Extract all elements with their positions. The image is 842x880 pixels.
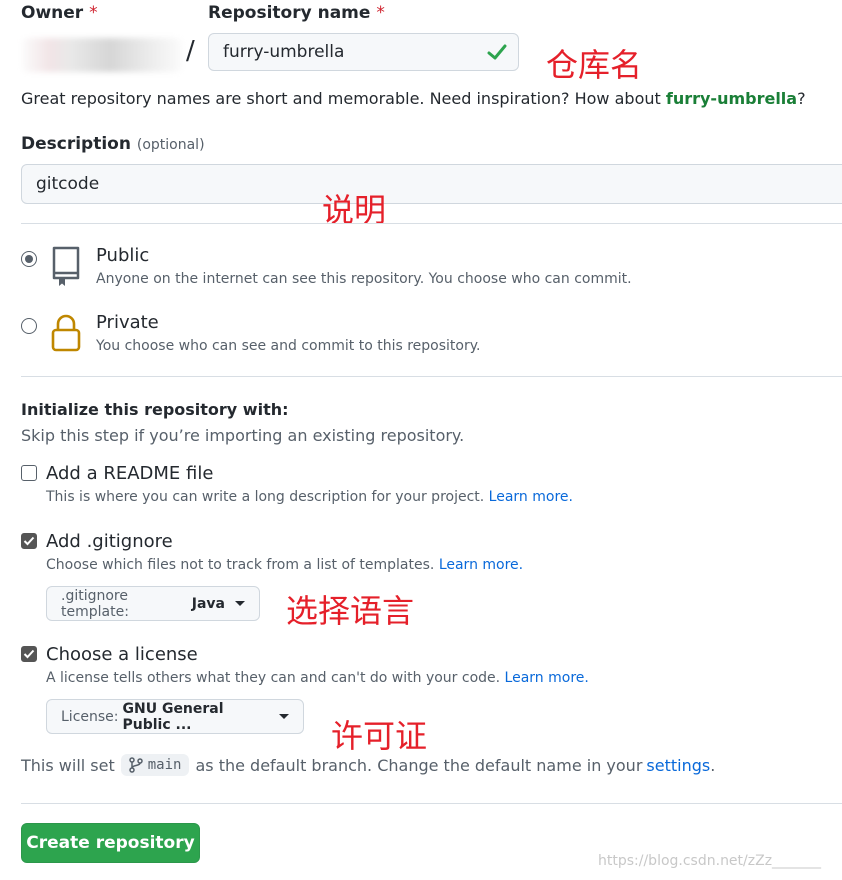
public-radio[interactable] <box>21 251 37 267</box>
readme-learn-more-link[interactable]: Learn more. <box>489 489 573 505</box>
branch-chip: main <box>120 754 190 776</box>
divider <box>21 803 842 804</box>
readme-checkbox[interactable] <box>21 465 37 481</box>
owner-label: Owner * <box>21 3 98 23</box>
private-desc: You choose who can see and commit to thi… <box>96 338 481 354</box>
owner-select-blurred[interactable] <box>22 38 182 72</box>
annotation-description: 说明 <box>322 191 387 229</box>
create-repository-button[interactable]: Create repository <box>21 823 200 863</box>
caret-down-icon <box>279 714 289 719</box>
license-learn-more-link[interactable]: Learn more. <box>505 670 589 686</box>
watermark: https://blog.csdn.net/zZz_______ <box>598 853 822 869</box>
license-checkbox[interactable] <box>21 646 37 662</box>
annotation-license: 许可证 <box>331 717 428 755</box>
checkmark-icon <box>23 649 35 659</box>
checkmark-icon <box>23 536 35 546</box>
readme-desc: This is where you can write a long descr… <box>46 489 573 505</box>
repo-name-hint: Great repository names are short and mem… <box>21 89 806 108</box>
lock-icon <box>50 313 82 357</box>
license-desc: A license tells others what they can and… <box>46 670 589 686</box>
private-title: Private <box>96 312 159 333</box>
init-title: Initialize this repository with: <box>21 400 289 419</box>
default-branch-note: This will set main as the default branch… <box>21 754 716 776</box>
repo-name-label: Repository name * <box>208 3 385 23</box>
gitignore-template-select[interactable]: .gitignore template: Java <box>46 586 260 621</box>
owner-repo-separator: / <box>186 36 195 66</box>
caret-down-icon <box>235 601 245 606</box>
divider <box>21 223 842 224</box>
license-title: Choose a license <box>46 644 198 665</box>
divider <box>21 376 842 377</box>
private-radio[interactable] <box>21 318 37 334</box>
suggestion-link[interactable]: furry-umbrella <box>666 89 797 108</box>
init-subtitle: Skip this step if you’re importing an ex… <box>21 426 465 445</box>
annotation-gitignore: 选择语言 <box>286 592 415 630</box>
description-value: gitcode <box>36 174 100 194</box>
readme-title: Add a README file <box>46 463 214 484</box>
check-icon <box>486 42 508 67</box>
gitignore-checkbox[interactable] <box>21 533 37 549</box>
description-label: Description (optional) <box>21 134 205 154</box>
license-select[interactable]: License: GNU General Public ... <box>46 699 304 734</box>
repo-name-value: furry-umbrella <box>223 42 345 62</box>
gitignore-desc: Choose which files not to track from a l… <box>46 557 524 573</box>
repo-name-input[interactable]: furry-umbrella <box>208 33 519 71</box>
repo-icon <box>49 245 83 291</box>
gitignore-title: Add .gitignore <box>46 531 173 552</box>
description-input[interactable]: gitcode <box>21 164 842 204</box>
annotation-repo-name: 仓库名 <box>546 46 643 84</box>
public-title: Public <box>96 245 150 266</box>
public-desc: Anyone on the internet can see this repo… <box>96 271 632 287</box>
gitignore-learn-more-link[interactable]: Learn more. <box>439 557 523 573</box>
git-branch-icon <box>129 757 143 773</box>
settings-link[interactable]: settings <box>646 756 710 775</box>
